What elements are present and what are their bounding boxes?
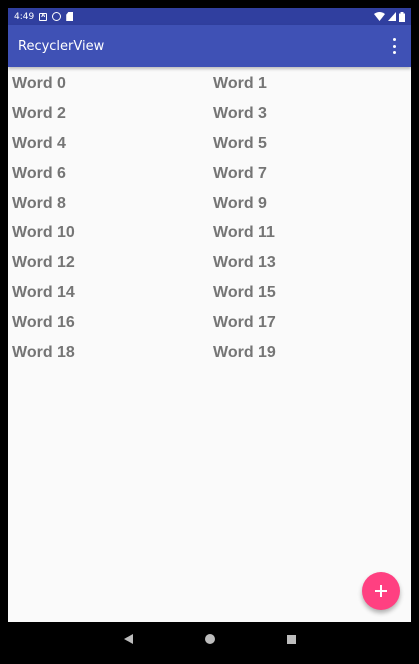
app-title: RecyclerView: [18, 38, 105, 54]
list-item[interactable]: Word 6: [8, 159, 209, 189]
add-fab-button[interactable]: [362, 572, 400, 610]
add-icon: [375, 585, 387, 597]
device-screen: 4:49 A RecyclerView Word 0 Word 1 Word 2…: [8, 8, 411, 656]
wifi-icon: [374, 12, 385, 21]
list-item[interactable]: Word 9: [209, 189, 411, 219]
recycler-view[interactable]: Word 0 Word 1 Word 2 Word 3 Word 4 Word …: [8, 67, 411, 622]
status-time: 4:49: [14, 11, 35, 22]
list-item[interactable]: Word 10: [8, 218, 209, 248]
list-item[interactable]: Word 0: [8, 69, 209, 99]
recents-icon[interactable]: [286, 634, 296, 644]
list-item[interactable]: Word 5: [209, 129, 411, 159]
sd-card-icon: [66, 12, 74, 21]
list-item[interactable]: Word 19: [209, 338, 411, 368]
status-left: 4:49 A: [14, 11, 74, 22]
home-icon[interactable]: [204, 634, 215, 644]
status-bar: 4:49 A: [8, 8, 411, 25]
list-item[interactable]: Word 8: [8, 189, 209, 219]
list-item[interactable]: Word 2: [8, 99, 209, 129]
list-item[interactable]: Word 7: [209, 159, 411, 189]
dot: [392, 44, 396, 48]
list-item[interactable]: Word 15: [209, 278, 411, 308]
navigation-bar: [8, 622, 411, 656]
signal-icon: [388, 12, 396, 21]
list-item[interactable]: Word 12: [8, 248, 209, 278]
back-icon[interactable]: [123, 634, 133, 644]
circle-notification-icon: [52, 12, 62, 21]
word-grid: Word 0 Word 1 Word 2 Word 3 Word 4 Word …: [8, 67, 411, 368]
status-right: [374, 11, 405, 22]
list-item[interactable]: Word 18: [8, 338, 209, 368]
more-vert-icon[interactable]: [391, 38, 397, 54]
list-item[interactable]: Word 16: [8, 308, 209, 338]
list-item[interactable]: Word 4: [8, 129, 209, 159]
list-item[interactable]: Word 17: [209, 308, 411, 338]
list-item[interactable]: Word 11: [209, 218, 411, 248]
list-item[interactable]: Word 13: [209, 248, 411, 278]
list-item[interactable]: Word 14: [8, 278, 209, 308]
app-bar: RecyclerView: [8, 25, 411, 67]
list-item[interactable]: Word 1: [209, 69, 411, 99]
dot: [392, 38, 396, 41]
battery-icon: [399, 11, 405, 22]
a-box-icon: A: [39, 12, 48, 21]
dot: [392, 51, 396, 54]
list-item[interactable]: Word 3: [209, 99, 411, 129]
